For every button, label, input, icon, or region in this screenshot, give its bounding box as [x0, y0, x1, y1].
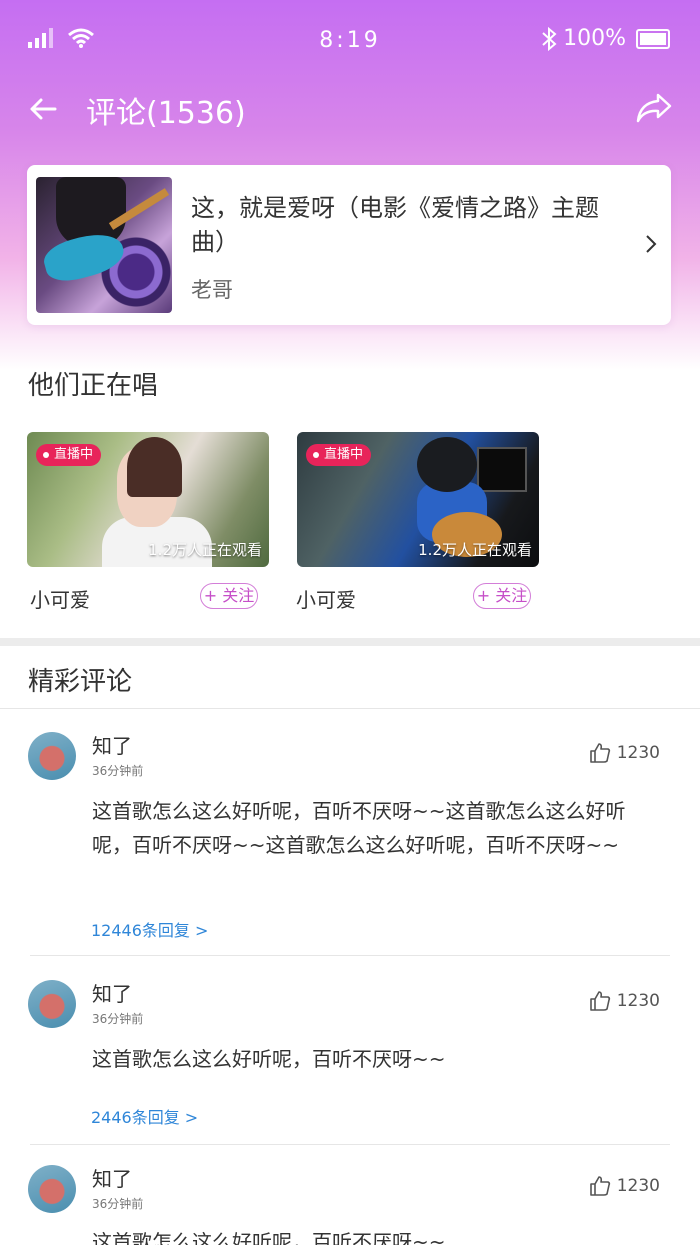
comments-section-title: 精彩评论 [28, 667, 133, 697]
comment-time: 36分钟前 [92, 764, 144, 778]
like-button[interactable]: 1230 [589, 1175, 660, 1197]
battery-icon [636, 28, 670, 49]
comment-time: 36分钟前 [92, 1012, 144, 1026]
divider [0, 708, 700, 709]
like-count: 1230 [616, 743, 660, 763]
section-divider [0, 638, 700, 646]
comment-time: 36分钟前 [92, 1197, 144, 1211]
live-card[interactable]: 直播中 1.2万人正在观看 [27, 432, 269, 567]
avatar[interactable] [28, 980, 76, 1028]
avatar[interactable] [28, 732, 76, 780]
like-button[interactable]: 1230 [589, 990, 660, 1012]
live-user-name: 小可爱 [30, 588, 90, 612]
avatar[interactable] [28, 1165, 76, 1213]
nav-bar: 评论(1536) [0, 84, 700, 136]
live-card[interactable]: 直播中 1.2万人正在观看 [297, 432, 539, 567]
like-button[interactable]: 1230 [589, 742, 660, 764]
thumbs-up-icon [589, 743, 610, 763]
page-title: 评论(1536) [86, 96, 246, 131]
comment-author[interactable]: 知了 [92, 978, 132, 1007]
live-badge: 直播中 [306, 444, 372, 466]
follow-button[interactable]: + 关注 [200, 583, 258, 609]
comment-text: 这首歌怎么这么好听呢，百听不厌呀~~ [92, 1230, 446, 1245]
comment-divider [30, 1144, 670, 1145]
thumbs-up-icon [589, 991, 610, 1011]
share-icon[interactable] [636, 92, 672, 124]
status-bar: 8:19 100% [0, 0, 700, 84]
song-cover-image [36, 177, 172, 313]
live-user-name: 小可爱 [296, 588, 356, 612]
live-viewers: 1.2万人正在观看 [418, 541, 532, 559]
back-arrow-icon[interactable] [28, 94, 58, 124]
follow-button[interactable]: + 关注 [473, 583, 531, 609]
song-artist: 老哥 [191, 278, 233, 302]
song-title: 这，就是爱呀（电影《爱情之路》主题曲） [191, 194, 599, 256]
comment-author[interactable]: 知了 [92, 1163, 132, 1192]
comment-author[interactable]: 知了 [92, 730, 132, 759]
battery-percent: 100% [563, 26, 626, 51]
like-count: 1230 [616, 1176, 660, 1196]
chevron-right-icon [646, 235, 657, 253]
comment-divider [30, 955, 670, 956]
song-card[interactable]: 这，就是爱呀（电影《爱情之路》主题曲） 老哥 [27, 165, 671, 325]
replies-link[interactable]: 2446条回复 > [91, 1104, 198, 1128]
replies-link[interactable]: 12446条回复 > [91, 917, 208, 941]
like-count: 1230 [616, 991, 660, 1011]
thumbs-up-icon [589, 1176, 610, 1196]
live-section-title: 他们正在唱 [28, 371, 159, 401]
bluetooth-icon [542, 26, 557, 51]
live-viewers: 1.2万人正在观看 [148, 541, 262, 559]
comment-text: 这首歌怎么这么好听呢，百听不厌呀~~这首歌怎么这么好听呢，百听不厌呀~~这首歌怎… [92, 799, 626, 857]
comment-text: 这首歌怎么这么好听呢，百听不厌呀~~ [92, 1047, 446, 1071]
live-badge: 直播中 [36, 444, 102, 466]
